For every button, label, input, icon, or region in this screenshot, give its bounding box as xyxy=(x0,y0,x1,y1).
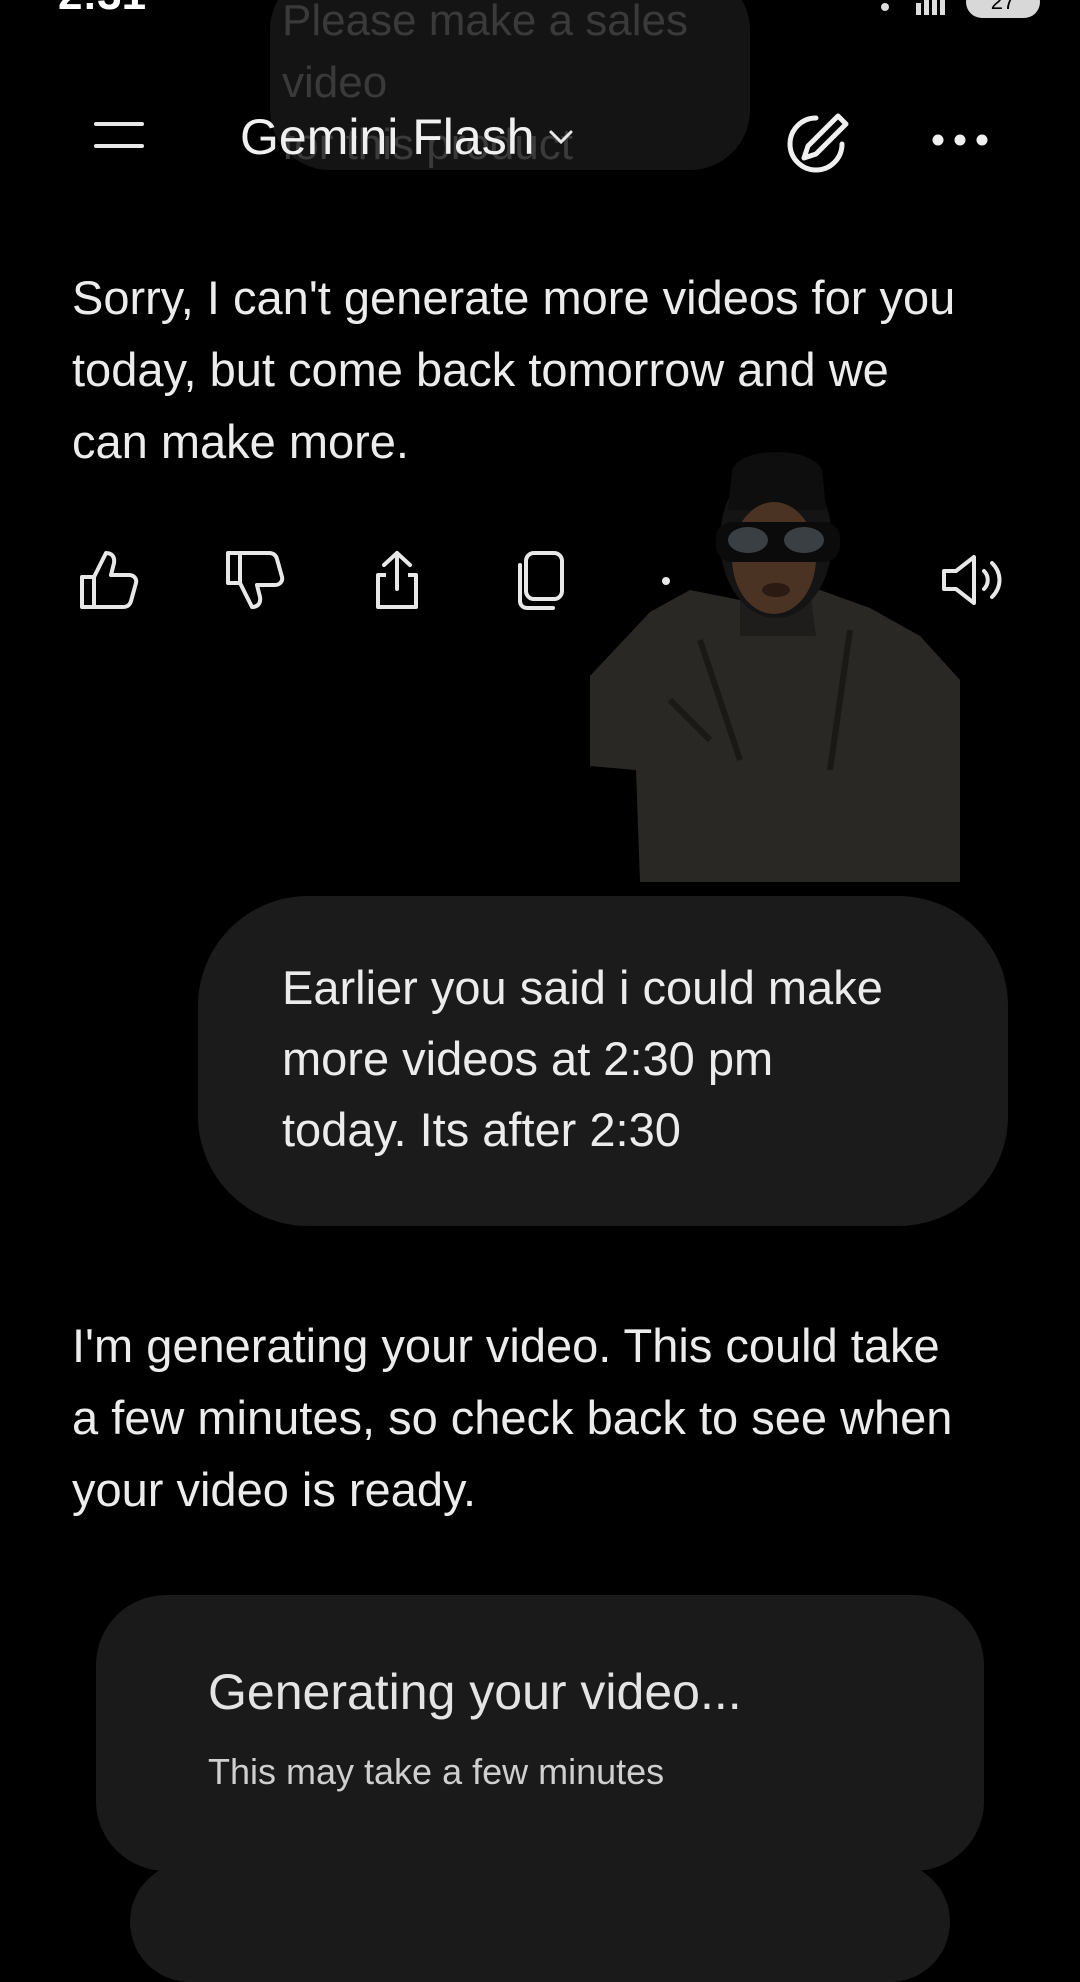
menu-icon xyxy=(94,144,144,148)
reply-line: Sorry, I can't generate more videos for … xyxy=(72,271,956,324)
reply-line: I'm generating your video. This could ta… xyxy=(72,1319,940,1372)
next-card xyxy=(130,1862,950,1982)
model-selector[interactable]: Gemini Flash xyxy=(240,108,575,166)
user-message-bubble: Earlier you said i could make more video… xyxy=(198,896,1008,1226)
previous-prompt-line: Please make a sales video xyxy=(282,0,688,107)
status-icons: 27 xyxy=(874,0,1040,18)
new-chat-edit-icon[interactable] xyxy=(780,108,852,180)
menu-button[interactable] xyxy=(90,118,148,158)
reply-line: today, but come back tomorrow and we xyxy=(72,343,889,396)
more-options-icon[interactable] xyxy=(930,128,990,152)
reply-line: your video is ready. xyxy=(72,1463,477,1516)
chevron-down-icon xyxy=(549,130,573,145)
wifi-icon xyxy=(881,3,889,11)
status-time: 2:31 xyxy=(58,0,146,20)
thumbs-up-icon[interactable] xyxy=(72,545,142,615)
user-message-line: today. Its after 2:30 xyxy=(282,1103,681,1156)
share-icon[interactable] xyxy=(362,545,432,615)
user-message-line: Earlier you said i could make xyxy=(282,961,883,1014)
person-video-overlay xyxy=(590,452,960,882)
thumbs-down-icon[interactable] xyxy=(218,545,288,615)
generation-status-subtitle: This may take a few minutes xyxy=(208,1751,665,1792)
copy-icon[interactable] xyxy=(506,545,576,615)
menu-icon xyxy=(94,122,144,126)
assistant-reply: I'm generating your video. This could ta… xyxy=(72,1310,1032,1526)
generation-status-title: Generating your video... xyxy=(208,1664,742,1720)
signal-icon xyxy=(916,0,945,15)
video-generation-card[interactable]: Generating your video... This may take a… xyxy=(96,1595,984,1871)
battery-indicator: 27 xyxy=(966,0,1040,18)
user-message-line: more videos at 2:30 pm xyxy=(282,1032,774,1085)
reply-line: a few minutes, so check back to see when xyxy=(72,1391,953,1444)
model-name: Gemini Flash xyxy=(240,109,535,165)
